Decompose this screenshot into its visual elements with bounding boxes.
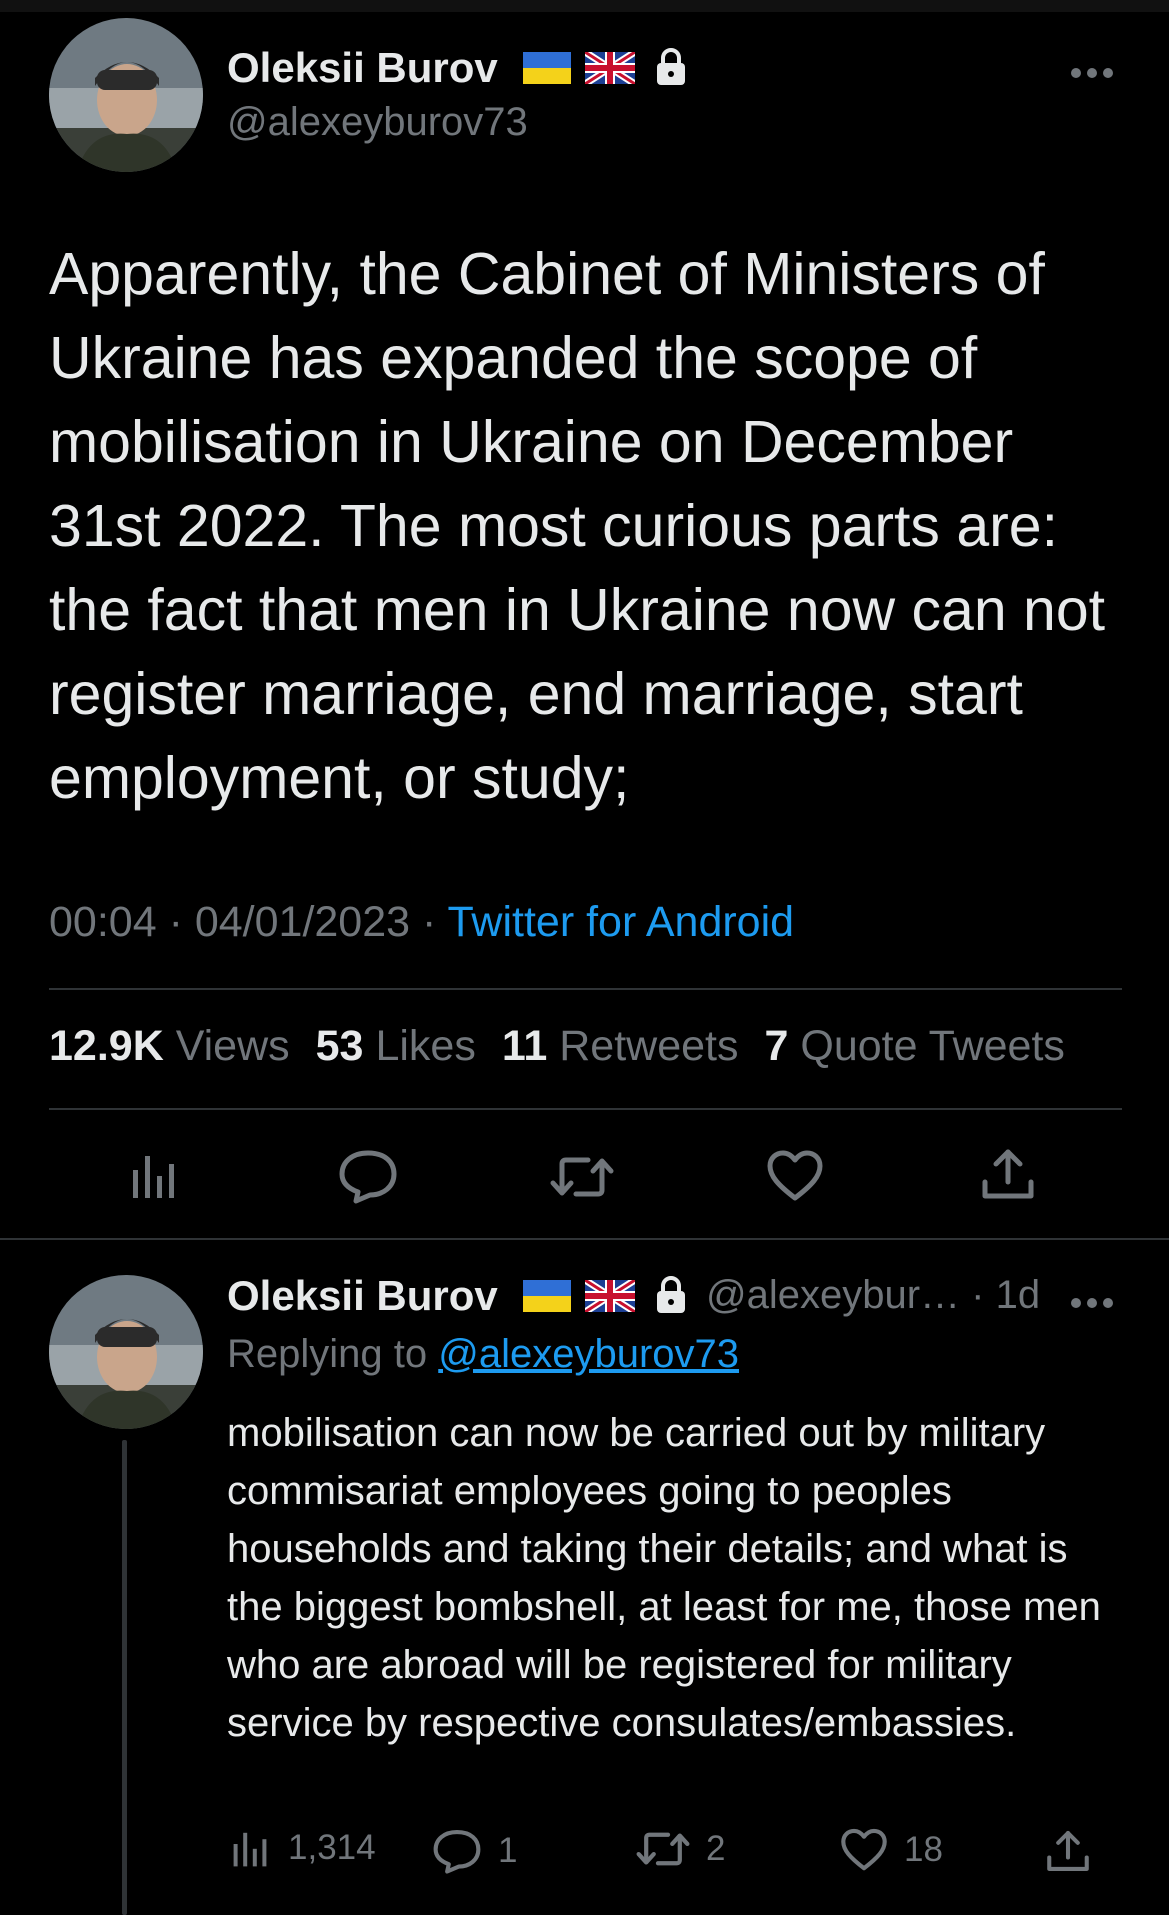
reply-icon[interactable]	[338, 1148, 398, 1204]
tweet-meta: 00:04 · 04/01/2023 · Twitter for Android	[49, 898, 794, 947]
reply-replies[interactable]: 1	[432, 1828, 517, 1874]
replying-to: Replying to @alexeyburov73	[227, 1332, 739, 1377]
reply-more-options-icon[interactable]	[1068, 1280, 1116, 1322]
author-handle[interactable]: @alexeyburov73	[227, 100, 528, 145]
retweets-label: Retweets	[559, 1022, 739, 1070]
uk-flag-icon	[583, 1277, 637, 1317]
share-icon[interactable]	[981, 1146, 1035, 1202]
lock-icon	[655, 47, 687, 90]
uk-flag-icon	[583, 49, 637, 89]
like-icon[interactable]	[766, 1150, 824, 1202]
avatar-photo	[49, 1275, 203, 1429]
reply-views-count: 1,314	[288, 1828, 376, 1867]
reply-views[interactable]: 1,314	[232, 1828, 376, 1868]
likes-count: 53	[315, 1022, 364, 1070]
analytics-icon[interactable]	[131, 1150, 181, 1200]
lock-icon	[655, 1275, 687, 1318]
reply-replies-count: 1	[498, 1831, 518, 1870]
ukraine-flag-icon	[523, 1280, 571, 1317]
reply-likes[interactable]: 18	[840, 1828, 943, 1872]
meta-separator: ·	[422, 898, 437, 946]
retweet-icon	[636, 1832, 690, 1866]
retweets-count: 11	[501, 1022, 548, 1070]
replying-to-link[interactable]: @alexeyburov73	[438, 1332, 739, 1376]
reply-handle-text: @alexeybur…	[706, 1273, 961, 1317]
divider	[49, 1108, 1122, 1110]
quotes-count: 7	[764, 1022, 789, 1070]
analytics-icon	[233, 1832, 267, 1867]
ukraine-flag-icon	[523, 52, 571, 89]
likes-stat[interactable]: 53 Likes	[316, 1022, 476, 1070]
meta-separator: ·	[168, 898, 183, 946]
replying-prefix: Replying to	[227, 1332, 428, 1376]
reply-author-name[interactable]: Oleksii Burov	[227, 1272, 498, 1320]
retweet-icon[interactable]	[550, 1152, 614, 1202]
likes-label: Likes	[375, 1022, 476, 1070]
views-label: Views	[175, 1022, 290, 1070]
tweet-date: 04/01/2023	[194, 898, 411, 946]
author-name[interactable]: Oleksii Burov	[227, 44, 498, 92]
reply-likes-count: 18	[904, 1830, 943, 1869]
divider	[49, 988, 1122, 990]
reply-share[interactable]	[1046, 1828, 1090, 1874]
retweets-stat[interactable]: 11 Retweets	[502, 1022, 739, 1070]
avatar[interactable]	[49, 18, 203, 172]
quotes-label: Quote Tweets	[800, 1022, 1065, 1070]
like-icon	[841, 1828, 887, 1871]
share-icon	[1047, 1831, 1089, 1871]
quotes-stat[interactable]: 7 Quote Tweets	[765, 1022, 1065, 1070]
top-edge	[0, 0, 1169, 12]
more-options-icon[interactable]	[1068, 50, 1116, 92]
reply-icon	[433, 1830, 481, 1874]
reply-age: · 1d	[971, 1273, 1041, 1317]
reply-retweets-count: 2	[706, 1829, 726, 1868]
tweet-time: 00:04	[49, 898, 157, 946]
avatar-photo	[49, 18, 203, 172]
reply-retweets[interactable]: 2	[636, 1828, 725, 1870]
views-count: 12.9K	[49, 1022, 164, 1070]
reply-text: mobilisation can now be carried out by m…	[227, 1411, 1101, 1745]
reply-avatar[interactable]	[49, 1275, 203, 1429]
views-stat[interactable]: 12.9K Views	[49, 1022, 290, 1070]
tweet-separator	[0, 1238, 1169, 1240]
tweet-text: Apparently, the Cabinet of Ministers of …	[49, 241, 1106, 811]
tweet-source[interactable]: Twitter for Android	[448, 898, 795, 946]
tweet-stats: 12.9K Views 53 Likes 11 Retweets 7 Quote Tw…	[49, 1022, 1065, 1071]
thread-line	[122, 1440, 127, 1915]
reply-handle[interactable]: @alexeybur… · 1d	[706, 1273, 1040, 1318]
